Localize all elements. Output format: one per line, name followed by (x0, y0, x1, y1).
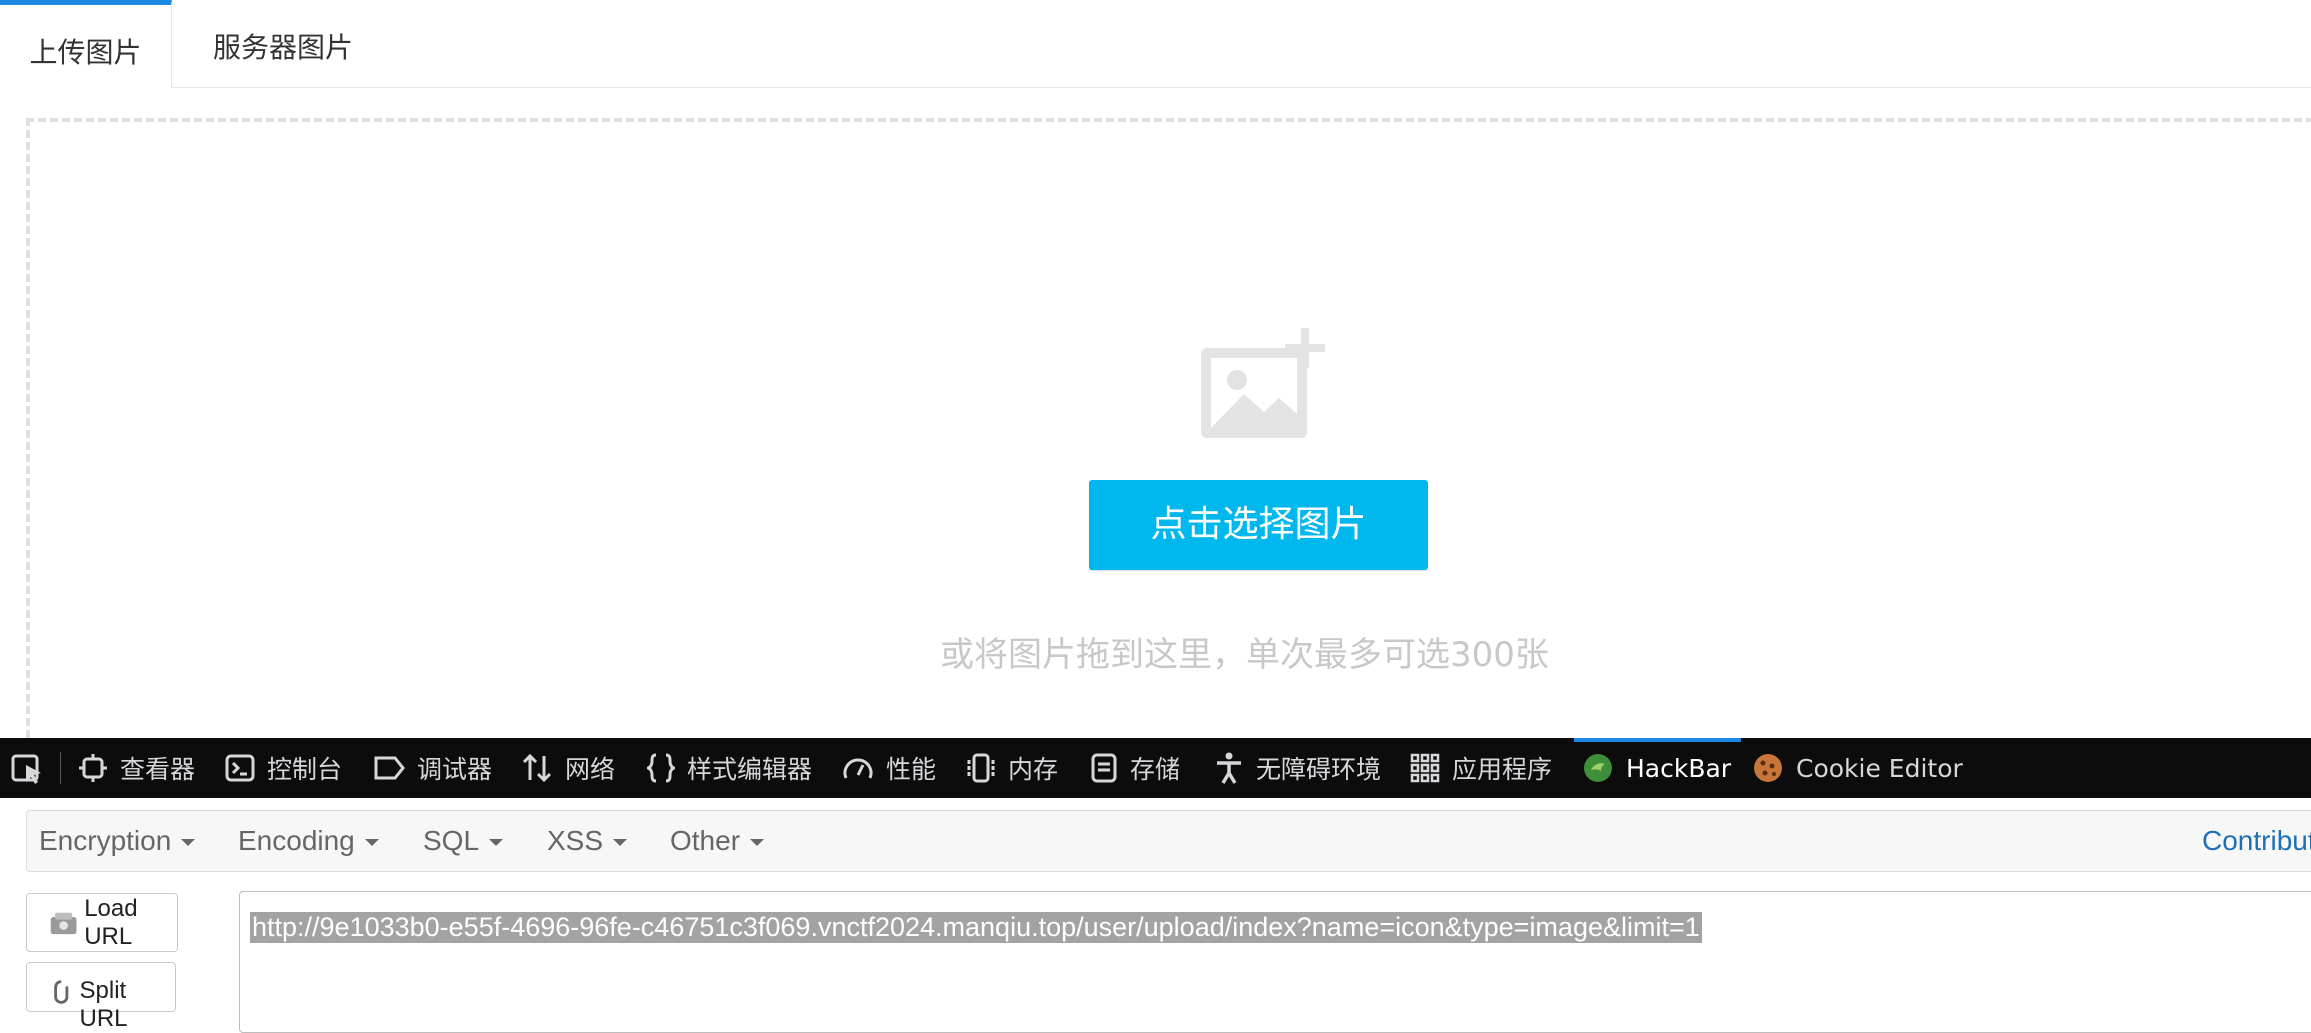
hackbar-icon (1584, 754, 1612, 782)
load-url-button[interactable]: Load URL (26, 893, 178, 952)
devtools-tab-label: 样式编辑器 (687, 755, 813, 784)
devtools-tab-application[interactable]: 应用程序 (1410, 738, 1552, 798)
chevron-down-icon (364, 839, 379, 847)
devtools-tab-label: 查看器 (120, 755, 196, 784)
devtools-tab-label: 调试器 (417, 755, 493, 784)
console-icon (225, 754, 255, 782)
devtools-tab-performance[interactable]: 性能 (842, 738, 936, 798)
devtools-tab-label: 性能 (886, 755, 937, 784)
menu-sql[interactable]: SQL (423, 811, 504, 871)
load-url-icon (50, 912, 77, 934)
devtools-tab-label: 应用程序 (1452, 755, 1553, 784)
accessibility-icon (1217, 752, 1241, 784)
devtools-tab-label: 内存 (1008, 755, 1059, 784)
cookie-icon (1754, 754, 1782, 782)
devtools-tab-label: 无障碍环境 (1256, 755, 1382, 784)
element-picker-icon (11, 754, 41, 784)
debugger-icon (374, 756, 405, 780)
devtools-tab-network[interactable]: 网络 (521, 738, 615, 798)
menu-label: Other (670, 825, 741, 856)
split-url-icon (54, 980, 69, 1004)
network-icon (522, 753, 552, 783)
devtools-tab-hackbar[interactable]: HackBar (1573, 738, 1742, 798)
application-icon (1410, 753, 1440, 783)
menu-xss[interactable]: XSS (547, 811, 628, 871)
chevron-down-icon (613, 839, 628, 847)
devtools-tab-style-editor[interactable]: 样式编辑器 (647, 738, 812, 798)
devtools-tab-label: HackBar (1626, 753, 1732, 783)
url-textarea[interactable]: http://9e1033b0-e55f-4696-96fe-c46751c3f… (239, 891, 2311, 1033)
devtools-tab-accessibility[interactable]: 无障碍环境 (1214, 738, 1381, 798)
devtools-tab-label: 控制台 (267, 755, 343, 784)
split-url-button[interactable]: Split URL (26, 962, 176, 1032)
performance-icon (843, 758, 873, 779)
devtools-tab-label: 网络 (565, 755, 616, 784)
url-value: http://9e1033b0-e55f-4696-96fe-c46751c3f… (250, 912, 1702, 943)
storage-icon (1091, 753, 1117, 783)
menu-other[interactable]: Other (670, 811, 765, 871)
load-url-label: Load URL (84, 894, 138, 950)
devtools-tab-label: 存储 (1130, 755, 1181, 784)
devtools-tab-debugger[interactable]: 调试器 (373, 738, 492, 798)
contribute-link[interactable]: Contribute (2202, 811, 2311, 871)
devtools-tab-cookie-editor[interactable]: Cookie Editor (1752, 738, 1963, 798)
devtools-tab-label: Cookie Editor (1796, 753, 1963, 783)
tab-server-image[interactable]: 服务器图片 (185, 0, 381, 87)
element-picker-button[interactable] (10, 738, 56, 798)
chevron-down-icon (750, 839, 765, 847)
chevron-down-icon (489, 839, 504, 847)
devtools-tab-storage[interactable]: 存储 (1090, 738, 1180, 798)
drop-hint-text: 或将图片拖到这里，单次最多可选300张 (940, 635, 1549, 675)
menu-encryption[interactable]: Encryption (39, 811, 196, 871)
menu-label: SQL (423, 825, 480, 856)
chevron-down-icon (181, 839, 196, 847)
toolbar-separator (60, 752, 61, 784)
devtools-tab-memory[interactable]: 内存 (966, 738, 1058, 798)
devtools-tab-console[interactable]: 控制台 (225, 738, 342, 798)
hackbar-menu: Encryption Encoding SQL XSS Other Contri… (26, 810, 2311, 872)
menu-label: XSS (547, 825, 604, 856)
image-add-icon (1201, 328, 1325, 438)
pick-image-button[interactable]: 点击选择图片 (1089, 480, 1428, 570)
menu-label: Encoding (238, 825, 355, 856)
menu-label: Encryption (39, 825, 172, 856)
devtools-tab-inspector[interactable]: 查看器 (78, 738, 195, 798)
inspector-icon (79, 754, 107, 782)
split-url-label: Split URL (79, 977, 128, 1032)
menu-encoding[interactable]: Encoding (238, 811, 379, 871)
upload-tabs: 上传图片 服务器图片 (0, 0, 2311, 88)
style-editor-icon (647, 753, 675, 783)
devtools-toolbar: 查看器 控制台 调试器 网络 样式编辑器 性能 内存 存储 无障碍环境 应用程序 (0, 738, 2311, 798)
tab-upload-image[interactable]: 上传图片 (0, 0, 172, 88)
memory-icon (967, 753, 995, 783)
